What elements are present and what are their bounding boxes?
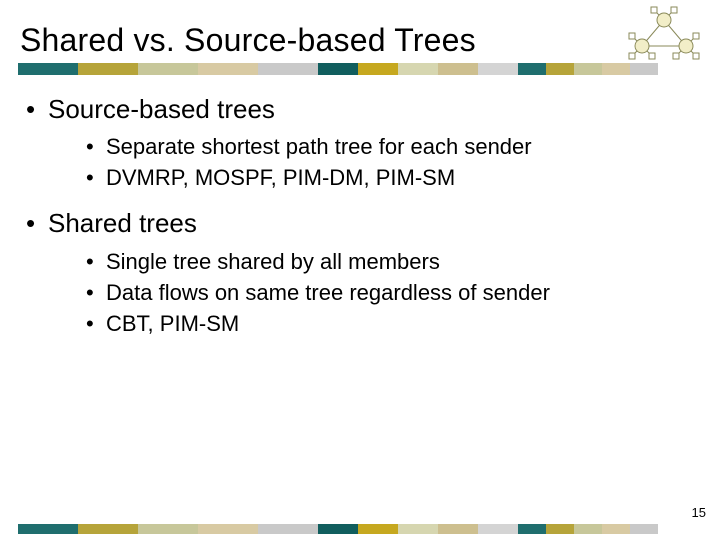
title-underline-stripe <box>18 63 702 75</box>
sub-bullet: DVMRP, MOSPF, PIM-DM, PIM-SM <box>86 163 690 192</box>
slide: Shared vs. Source-based Trees <box>0 0 720 540</box>
sub-bullet-list: Single tree shared by all members Data f… <box>48 247 690 338</box>
sub-bullet: Data flows on same tree regardless of se… <box>86 278 690 307</box>
bullet-shared: Shared trees Single tree shared by all m… <box>26 206 690 337</box>
bullet-source-based: Source-based trees Separate shortest pat… <box>26 92 690 192</box>
footer-stripe <box>18 524 702 534</box>
sub-bullet: CBT, PIM-SM <box>86 309 690 338</box>
sub-bullet: Separate shortest path tree for each sen… <box>86 132 690 161</box>
bullet-label: Shared trees <box>48 208 197 238</box>
page-number: 15 <box>692 505 706 520</box>
slide-title: Shared vs. Source-based Trees <box>20 22 476 59</box>
sub-bullet: Single tree shared by all members <box>86 247 690 276</box>
bullet-label: Source-based trees <box>48 94 275 124</box>
sub-bullet-list: Separate shortest path tree for each sen… <box>48 132 690 192</box>
bullet-list: Source-based trees Separate shortest pat… <box>26 92 690 338</box>
content-area: Source-based trees Separate shortest pat… <box>26 92 690 352</box>
network-diagram-icon <box>618 6 710 66</box>
